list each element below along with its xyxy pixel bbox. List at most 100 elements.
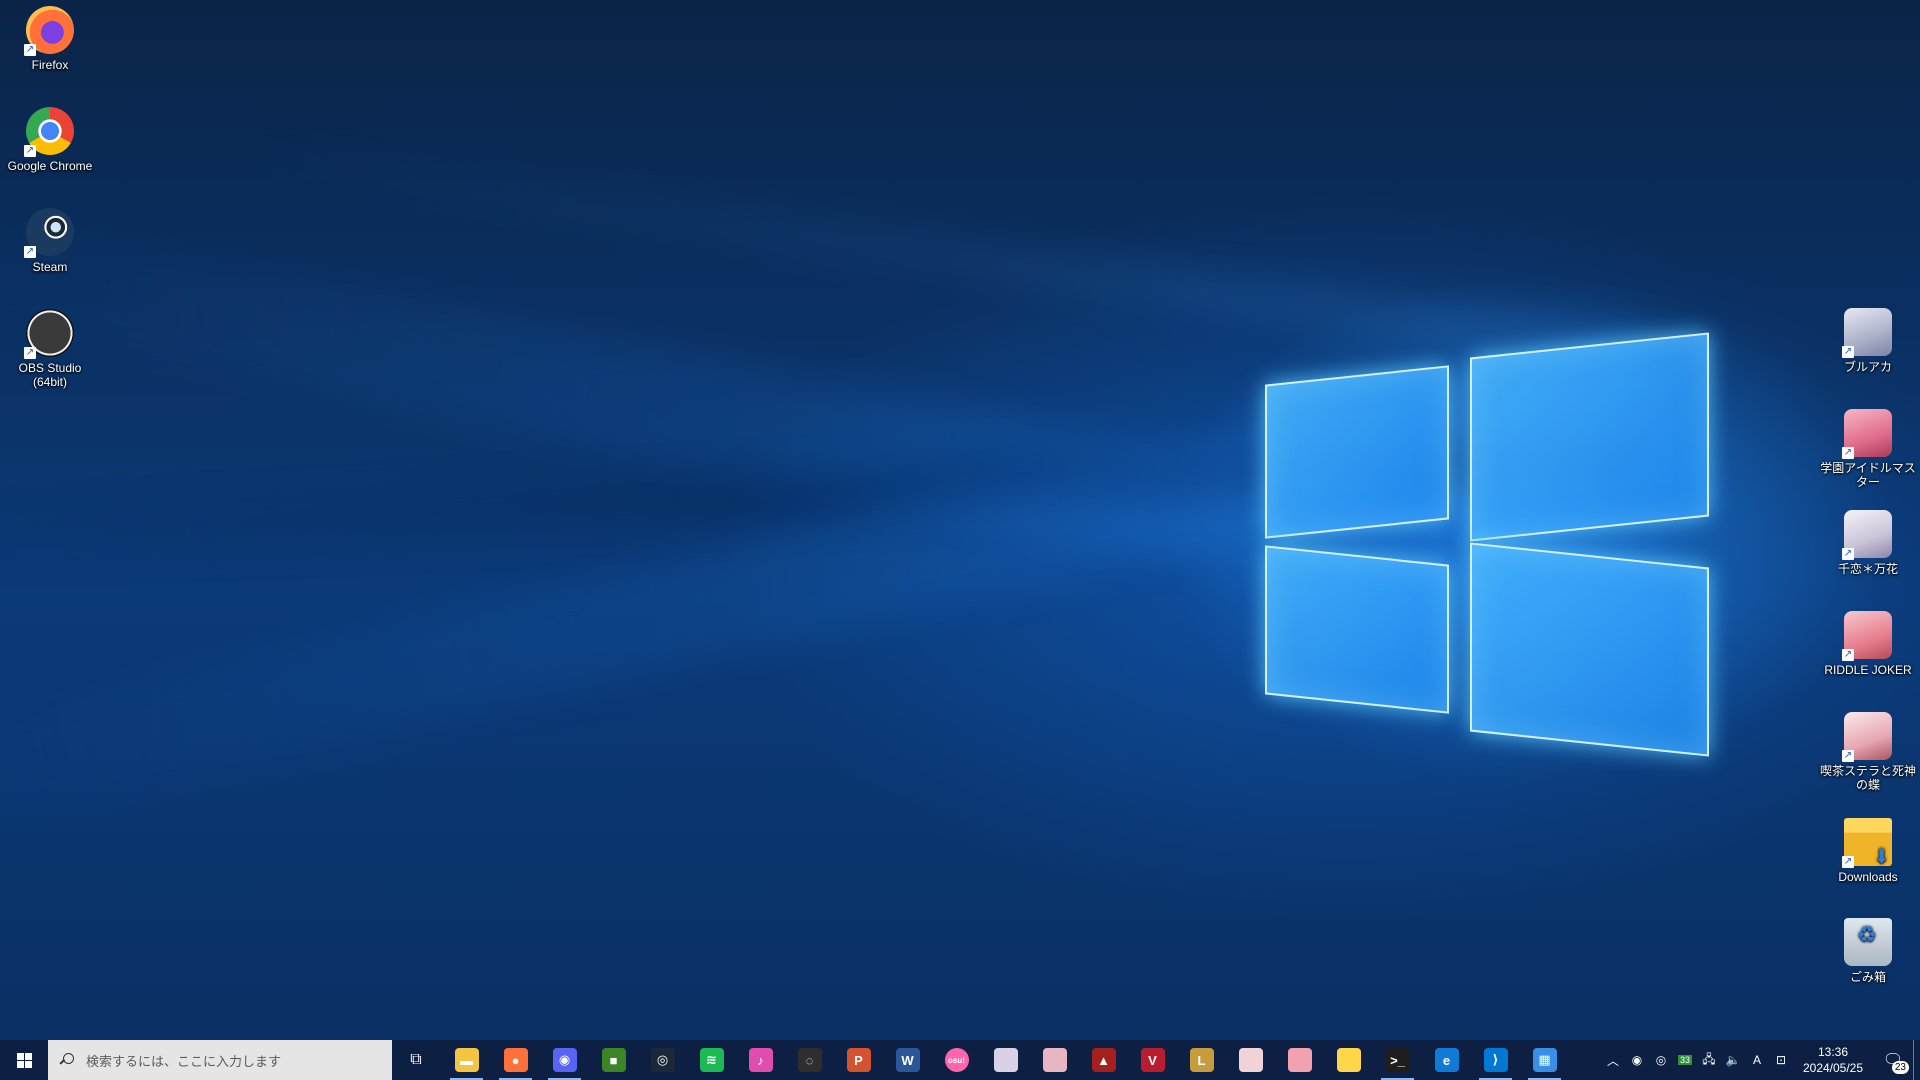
action-center-button[interactable]: 🗨 23 (1873, 1040, 1913, 1080)
taskbar-search-box[interactable]: 検索するには、ここに入力します (48, 1040, 392, 1080)
anime-game-icon (993, 1048, 1018, 1072)
logo-pane (1470, 542, 1709, 757)
spotify-icon: ≋ (699, 1048, 724, 1072)
edge-icon: e (1434, 1048, 1459, 1072)
folder-download-icon: ↗ (1842, 818, 1892, 868)
desktop-icon-riddle-joker[interactable]: ↗ RIDDLE JOKER (1818, 611, 1918, 677)
vscode-icon: ⟩ (1483, 1048, 1508, 1072)
desktop-icon-senren-banka[interactable]: ↗ 千恋＊万花 (1818, 510, 1918, 576)
chrome-icon: ↗ (24, 107, 74, 157)
steam-tray-icon[interactable]: ◎ (1649, 1040, 1673, 1080)
desktop-icon-google-chrome[interactable]: ↗ Google Chrome (0, 107, 100, 173)
taskbar-app-steam[interactable]: ◎ (638, 1040, 687, 1080)
taskbar-app-discord[interactable]: ◉ (540, 1040, 589, 1080)
task-view-icon: ⧉ (410, 1051, 422, 1068)
minecraft-icon: ■ (601, 1048, 626, 1072)
lol-icon: L (1189, 1048, 1214, 1072)
desktop-icon-recycle-bin[interactable]: ごみ箱 (1818, 918, 1918, 984)
taskbar-app-minecraft[interactable]: ■ (589, 1040, 638, 1080)
taskbar-app-sticky-notes[interactable] (1324, 1040, 1373, 1080)
windows-logo-wallpaper (1260, 320, 1710, 770)
discord-tray-icon[interactable]: ◉ (1625, 1040, 1649, 1080)
anime-game-icon (1287, 1048, 1312, 1072)
anime-shortcut-icon: ↗ (1842, 611, 1892, 661)
desktop-icon-label: OBS Studio (64bit) (18, 361, 82, 389)
taskbar-app-valorant[interactable]: V (1128, 1040, 1177, 1080)
desktop-icon-steam[interactable]: ↗ Steam (0, 208, 100, 274)
desktop-icon-firefox[interactable]: ↗ Firefox (0, 6, 100, 72)
taskbar-app-vscode[interactable]: ⟩ (1471, 1040, 1520, 1080)
taskbar-app-folder[interactable]: ▬ (442, 1040, 491, 1080)
taskbar-app-apex[interactable]: ▲ (1079, 1040, 1128, 1080)
desktop-icon-cafe-stella[interactable]: ↗ 喫茶ステラと死神の蝶 (1818, 712, 1918, 792)
taskbar-app-music[interactable]: ♪ (736, 1040, 785, 1080)
taskbar-app-word[interactable]: W (883, 1040, 932, 1080)
desktop-icon-downloads[interactable]: ↗ Downloads (1818, 818, 1918, 884)
powerpoint-icon: P (846, 1048, 871, 1072)
anime-game-icon (1238, 1048, 1263, 1072)
tray-overflow-chevron-icon[interactable]: ︿ (1601, 1040, 1625, 1080)
desktop-icon-label: Google Chrome (7, 159, 93, 173)
ime-mode-indicator[interactable]: A (1745, 1040, 1769, 1080)
taskbar-clock[interactable]: 13:36 2024/05/25 (1793, 1044, 1873, 1076)
temperature-tray-icon[interactable]: 33 (1673, 1040, 1697, 1080)
taskbar-app-anime-game[interactable] (1030, 1040, 1079, 1080)
apex-icon: ▲ (1091, 1048, 1116, 1072)
task-view-button[interactable]: ⧉ (392, 1040, 440, 1080)
taskbar-app-osu[interactable]: osu! (932, 1040, 981, 1080)
desktop-icon-label: 千恋＊万花 (1837, 562, 1898, 576)
desktop-icon-obs-studio[interactable]: ↗ OBS Studio (64bit) (0, 309, 100, 389)
discord-icon: ◉ (552, 1048, 577, 1072)
shortcut-arrow-icon: ↗ (24, 44, 36, 56)
shortcut-arrow-icon: ↗ (1842, 548, 1854, 560)
store-icon: ▦ (1532, 1048, 1557, 1072)
search-placeholder: 検索するには、ここに入力します (86, 1053, 282, 1069)
steam-icon: ◎ (650, 1048, 675, 1072)
shortcut-arrow-icon: ↗ (24, 246, 36, 258)
taskbar-app-edge[interactable]: e (1422, 1040, 1471, 1080)
windows-icon (16, 1052, 32, 1068)
taskbar-app-terminal[interactable]: >_ (1373, 1040, 1422, 1080)
music-icon: ♪ (748, 1048, 773, 1072)
shortcut-arrow-icon: ↗ (24, 145, 36, 157)
taskbar: 検索するには、ここに入力します ⧉ ▬ ● ◉ ■ ◎ ≋ ♪ ◌ P Wosu! ▲ V L >_ e ⟩ ▦… (0, 1040, 1920, 1080)
desktop-icon-label: 学園アイドルマスター (1820, 461, 1916, 489)
desktop-icon-label: ごみ箱 (1849, 970, 1886, 984)
taskbar-app-anime-game[interactable] (981, 1040, 1030, 1080)
osu-icon: osu! (944, 1048, 969, 1072)
ime-icon[interactable]: ⊡ (1769, 1040, 1793, 1080)
desktop-icon-label: 喫茶ステラと死神の蝶 (1819, 764, 1916, 792)
valorant-icon: V (1140, 1048, 1165, 1072)
shortcut-arrow-icon: ↗ (1842, 856, 1854, 868)
taskbar-app-powerpoint[interactable]: P (834, 1040, 883, 1080)
taskbar-app-spotify[interactable]: ≋ (687, 1040, 736, 1080)
volume-icon[interactable]: 🔈 (1721, 1040, 1745, 1080)
desktop-icon-gakuen-idolmaster[interactable]: ↗ 学園アイドルマスター (1818, 409, 1918, 489)
anime-shortcut-icon: ↗ (1842, 510, 1892, 560)
desktop-icon-label: RIDDLE JOKER (1824, 663, 1912, 677)
taskbar-app-anime-game[interactable] (1275, 1040, 1324, 1080)
logo-pane (1470, 332, 1709, 542)
clock-date: 2024/05/25 (1802, 1061, 1864, 1075)
anime-game-icon (1042, 1048, 1067, 1072)
taskbar-app-anime-game[interactable] (1226, 1040, 1275, 1080)
taskbar-app-firefox[interactable]: ● (491, 1040, 540, 1080)
anime-shortcut-icon: ↗ (1842, 308, 1892, 358)
shortcut-arrow-icon: ↗ (1842, 447, 1854, 459)
folder-icon: ▬ (454, 1048, 479, 1072)
network-icon[interactable]: 🖧 (1697, 1040, 1721, 1080)
desktop-icon-label: Steam (32, 260, 68, 274)
desktop-icon-bluearchive[interactable]: ↗ ブルアカ (1818, 308, 1918, 374)
search-icon (60, 1053, 74, 1067)
show-desktop-button[interactable] (1913, 1040, 1920, 1080)
anime-shortcut-icon: ↗ (1842, 409, 1892, 459)
taskbar-app-obs[interactable]: ◌ (785, 1040, 834, 1080)
taskbar-app-lol[interactable]: L (1177, 1040, 1226, 1080)
start-button[interactable] (0, 1040, 48, 1080)
taskbar-pinned-apps: ▬ ● ◉ ■ ◎ ≋ ♪ ◌ P Wosu! ▲ V L >_ e ⟩ ▦ (442, 1040, 1569, 1080)
clock-time: 13:36 (1817, 1045, 1849, 1059)
notification-count-badge: 23 (1891, 1061, 1909, 1074)
terminal-icon: >_ (1385, 1048, 1410, 1072)
taskbar-app-store[interactable]: ▦ (1520, 1040, 1569, 1080)
recycle-bin-icon (1844, 918, 1892, 966)
